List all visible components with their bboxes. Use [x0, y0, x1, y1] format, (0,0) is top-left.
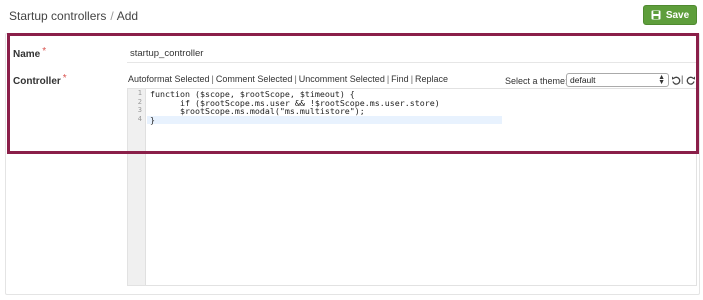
code-line: $rootScope.ms.modal("ms.multistore"); [150, 106, 365, 117]
code-content[interactable]: function ($scope, $rootScope, $timeout) … [150, 90, 440, 124]
name-label: Name * [13, 46, 47, 60]
name-input-underline [127, 62, 697, 63]
theme-select-value: default [570, 75, 596, 85]
line-number: 3 [137, 106, 142, 115]
required-asterisk: * [42, 46, 47, 57]
breadcrumb-separator: / [110, 9, 114, 23]
save-button-label: Save [665, 9, 690, 21]
comment-selected-link[interactable]: Comment Selected [216, 74, 293, 84]
line-number: 2 [137, 97, 142, 106]
code-editor[interactable]: 1 2 3 4 function ($scope, $rootScope, $t… [127, 88, 697, 286]
autoformat-selected-link[interactable]: Autoformat Selected [128, 74, 210, 84]
code-line: } [150, 114, 155, 125]
select-arrows-icon: ▲ ▼ [658, 74, 665, 86]
line-number-gutter: 1 2 3 4 [128, 89, 146, 285]
name-input[interactable]: startup_controller [130, 48, 203, 59]
icon-separator: | [681, 74, 684, 84]
replace-link[interactable]: Replace [415, 74, 448, 84]
line-number: 4 [137, 114, 142, 123]
required-asterisk: * [62, 73, 67, 84]
breadcrumb-parent[interactable]: Startup controllers [9, 9, 106, 23]
save-button[interactable]: Save [643, 5, 697, 25]
line-number: 1 [137, 89, 142, 97]
controller-label: Controller * [13, 73, 67, 87]
top-bar: Startup controllers / Add Save [0, 0, 703, 32]
redo-icon[interactable] [686, 75, 696, 85]
editor-toolbar: Autoformat Selected | Comment Selected | Unc… [128, 74, 449, 84]
floppy-disk-icon [651, 10, 661, 20]
theme-label: Select a theme: [505, 76, 568, 86]
undo-icon[interactable] [671, 75, 681, 85]
breadcrumb-current: Add [116, 9, 139, 23]
theme-select[interactable]: default ▲ ▼ [566, 73, 669, 87]
breadcrumb: Startup controllers / Add [9, 9, 138, 23]
find-link[interactable]: Find [391, 74, 409, 84]
uncomment-selected-link[interactable]: Uncomment Selected [299, 74, 385, 84]
